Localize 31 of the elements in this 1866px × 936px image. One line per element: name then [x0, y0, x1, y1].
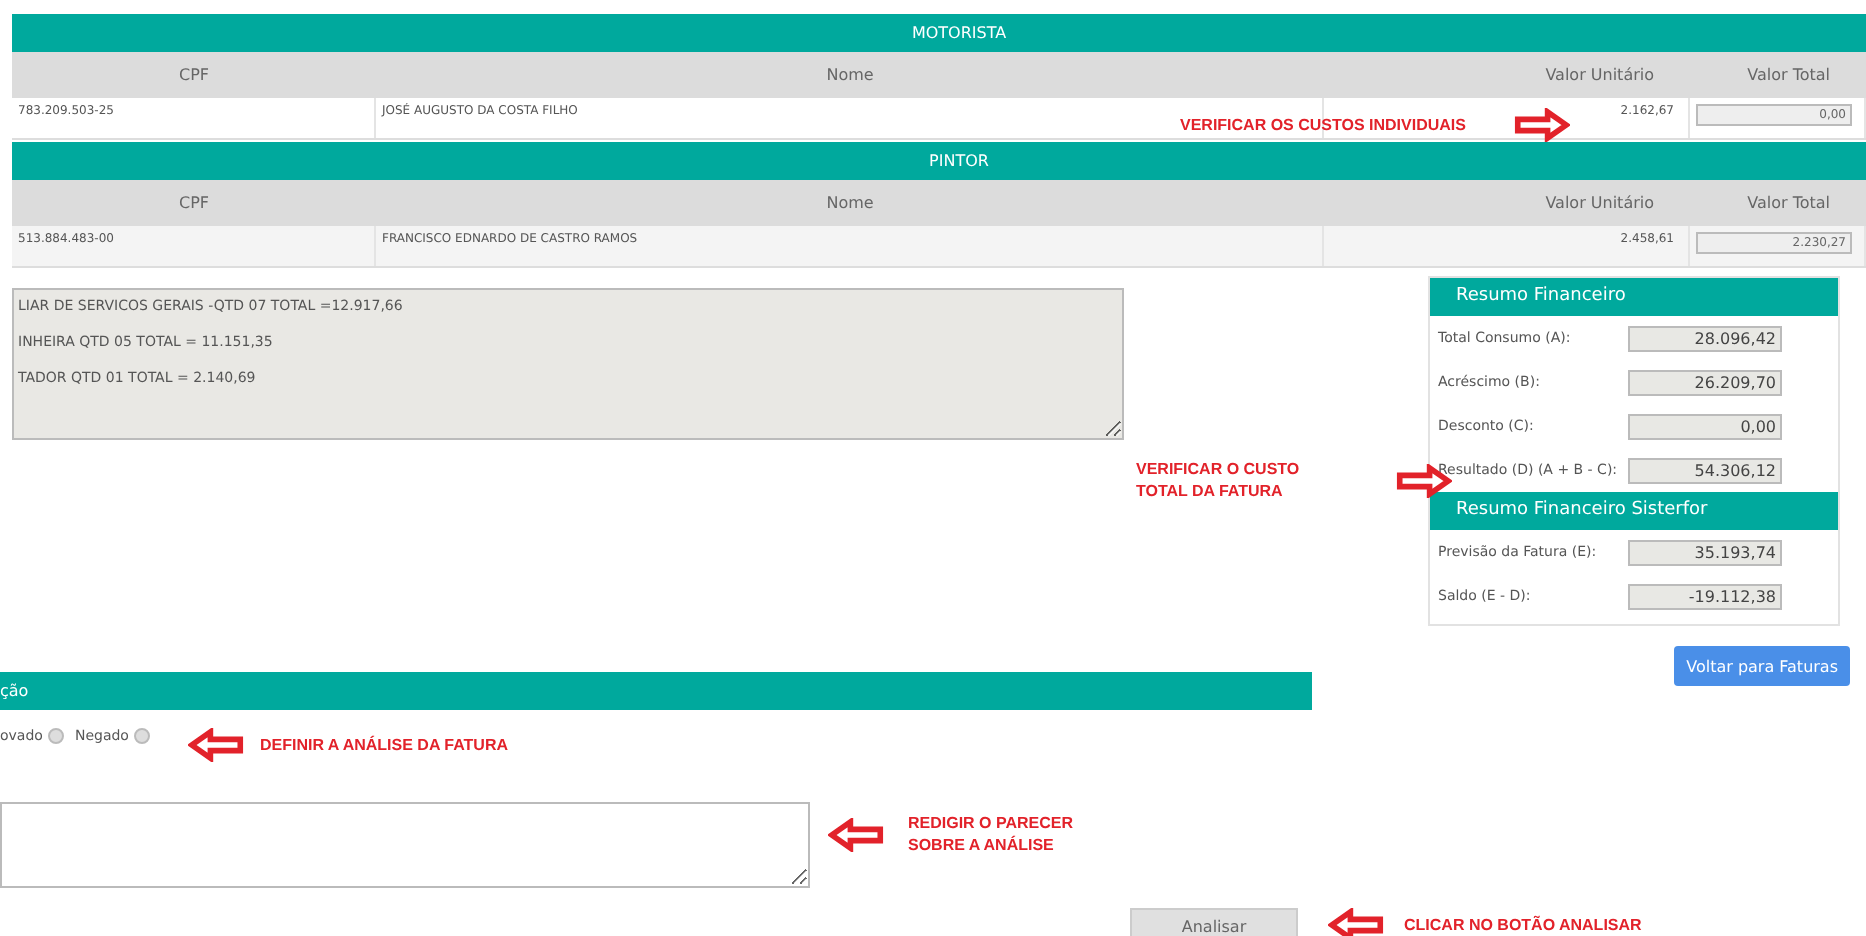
value-field[interactable]: 28.096,42 — [1628, 325, 1782, 351]
value-field[interactable]: 54.306,12 — [1628, 457, 1782, 483]
value-field[interactable]: 0,00 — [1628, 413, 1782, 439]
column-header: Nome — [824, 64, 876, 88]
panel-header: Resumo Financeiro Sisterfor — [1430, 492, 1838, 530]
opinion-textarea[interactable] — [0, 802, 810, 888]
column-header: Valor Total — [1745, 192, 1832, 216]
panel-header: Resumo Financeiro — [1430, 278, 1838, 316]
column-header: CPF — [176, 192, 211, 216]
column-header: Valor Total — [1745, 64, 1832, 88]
section-header: ção — [0, 672, 1312, 710]
annotation-text: REDIGIR O PARECER SOBRE A ANÁLISE — [908, 812, 1074, 856]
analyze-button[interactable]: Analisar — [1130, 907, 1298, 936]
value-field[interactable]: 26.209,70 — [1628, 369, 1782, 395]
annotation-text: VERIFICAR OS CUSTOS INDIVIDUAIS — [1180, 114, 1466, 136]
annotation-text: CLICAR NO BOTÃO ANALISAR — [1404, 914, 1642, 936]
annotation-text: DEFINIR A ANÁLISE DA FATURA — [260, 734, 508, 756]
value-field[interactable]: -19.112,38 — [1628, 583, 1782, 609]
column-header: Valor Unitário — [1543, 192, 1656, 216]
section-header: PINTOR — [12, 142, 1866, 180]
arrow-icon — [828, 817, 884, 851]
radio-button[interactable] — [48, 728, 65, 744]
arrow-icon — [188, 728, 244, 762]
column-header: CPF — [176, 64, 211, 88]
arrow-icon — [1328, 908, 1384, 936]
annotation-text: VERIFICAR O CUSTO TOTAL DA FATURA — [1136, 458, 1300, 502]
column-header: Valor Unitário — [1543, 64, 1656, 88]
section-header: MOTORISTA — [12, 14, 1866, 52]
radio-button[interactable] — [134, 728, 151, 744]
value-field[interactable]: 35.193,74 — [1628, 539, 1782, 565]
column-header: Nome — [824, 192, 876, 216]
